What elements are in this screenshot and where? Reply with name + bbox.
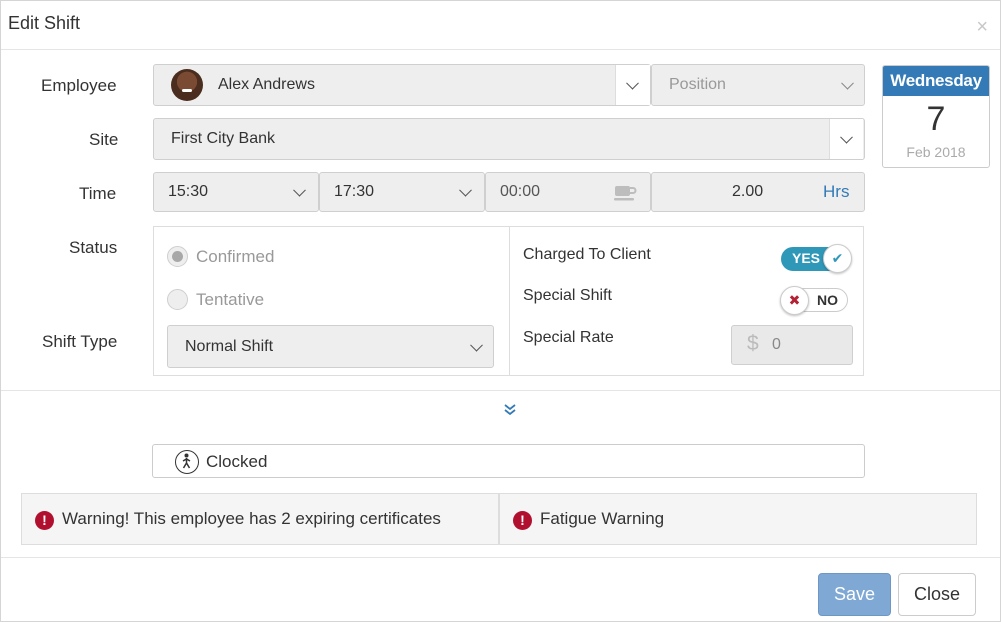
expand-chevrons-icon[interactable] [501, 403, 519, 418]
employee-select[interactable]: Alex Andrews [153, 64, 651, 106]
coffee-cup-icon [614, 186, 637, 201]
date-card: Wednesday 7 Feb 2018 [882, 65, 990, 168]
site-value: First City Bank [171, 130, 276, 147]
panel-divider [509, 227, 510, 375]
break-time-input[interactable]: 00:00 [485, 172, 651, 212]
employee-dropdown-toggle[interactable] [615, 65, 650, 105]
warning-text: Warning! This employee has 2 expiring ce… [62, 509, 441, 528]
site-label: Site [89, 130, 119, 149]
position-placeholder: Position [669, 76, 726, 93]
walking-person-icon [175, 450, 199, 474]
close-button[interactable]: Close [898, 573, 976, 616]
chevron-down-icon [293, 183, 306, 197]
chevron-down-icon [840, 130, 853, 144]
chevron-down-icon [841, 76, 854, 90]
close-icon[interactable]: × [976, 17, 988, 37]
time-label: Time [79, 184, 117, 203]
special-rate-input[interactable]: $ 0 [731, 325, 853, 365]
warning-expiring-certificates: ! Warning! This employee has 2 expiring … [21, 493, 499, 545]
chevron-down-icon [470, 338, 483, 352]
avatar [171, 69, 203, 101]
special-rate-value: 0 [772, 336, 781, 353]
hours-field: 2.00 Hrs [651, 172, 865, 212]
break-time-value: 00:00 [500, 183, 541, 200]
dialog-title: Edit Shift [8, 13, 81, 33]
end-time-select[interactable]: 17:30 [319, 172, 485, 212]
x-icon: ✖ [780, 286, 809, 315]
hours-unit: Hrs [823, 182, 850, 201]
dollar-icon: $ [747, 332, 759, 355]
check-icon: ✔ [823, 244, 852, 273]
shift-type-value: Normal Shift [185, 337, 274, 355]
clocked-section[interactable]: Clocked [152, 444, 865, 478]
status-label: Status [69, 238, 118, 257]
alert-icon: ! [35, 511, 54, 530]
start-time-value: 15:30 [168, 183, 209, 200]
toggle-no-text: NO [817, 292, 838, 308]
clocked-label: Clocked [206, 452, 268, 471]
date-day: 7 [926, 100, 946, 138]
end-time-value: 17:30 [334, 183, 375, 200]
date-weekday: Wednesday [883, 66, 989, 96]
employee-label: Employee [41, 76, 117, 95]
radio-tentative-label: Tentative [196, 290, 265, 309]
date-month-year: Feb 2018 [906, 144, 966, 160]
employee-name: Alex Andrews [218, 76, 315, 93]
start-time-select[interactable]: 15:30 [153, 172, 319, 212]
special-shift-toggle[interactable]: ✖ NO [780, 286, 848, 315]
charged-to-client-toggle[interactable]: YES ✔ [781, 244, 852, 273]
chevron-down-icon [459, 183, 472, 197]
radio-confirmed-label: Confirmed [196, 247, 275, 266]
shift-type-label: Shift Type [42, 332, 118, 351]
save-button[interactable]: Save [818, 573, 891, 616]
chevron-down-icon [626, 76, 639, 90]
radio-confirmed[interactable] [167, 246, 188, 267]
dialog-header: Edit Shift × [1, 1, 1000, 50]
special-shift-label: Special Shift [523, 287, 612, 304]
toggle-yes-text: YES [792, 250, 821, 266]
warning-text: Fatigue Warning [540, 509, 665, 528]
radio-tentative[interactable] [167, 289, 188, 310]
special-rate-label: Special Rate [523, 329, 614, 346]
charged-to-client-label: Charged To Client [523, 246, 651, 263]
site-dropdown-toggle[interactable] [829, 119, 863, 159]
warning-fatigue: ! Fatigue Warning [499, 493, 977, 545]
alert-icon: ! [513, 511, 532, 530]
position-select[interactable]: Position [651, 64, 865, 106]
edit-shift-dialog: Edit Shift × Employee Alex Andrews Posit… [0, 0, 1001, 622]
shift-type-select[interactable]: Normal Shift [167, 325, 494, 368]
site-select[interactable]: First City Bank [153, 118, 865, 160]
footer-divider [1, 557, 1000, 558]
divider [1, 390, 1000, 391]
hours-value: 2.00 [732, 183, 764, 200]
